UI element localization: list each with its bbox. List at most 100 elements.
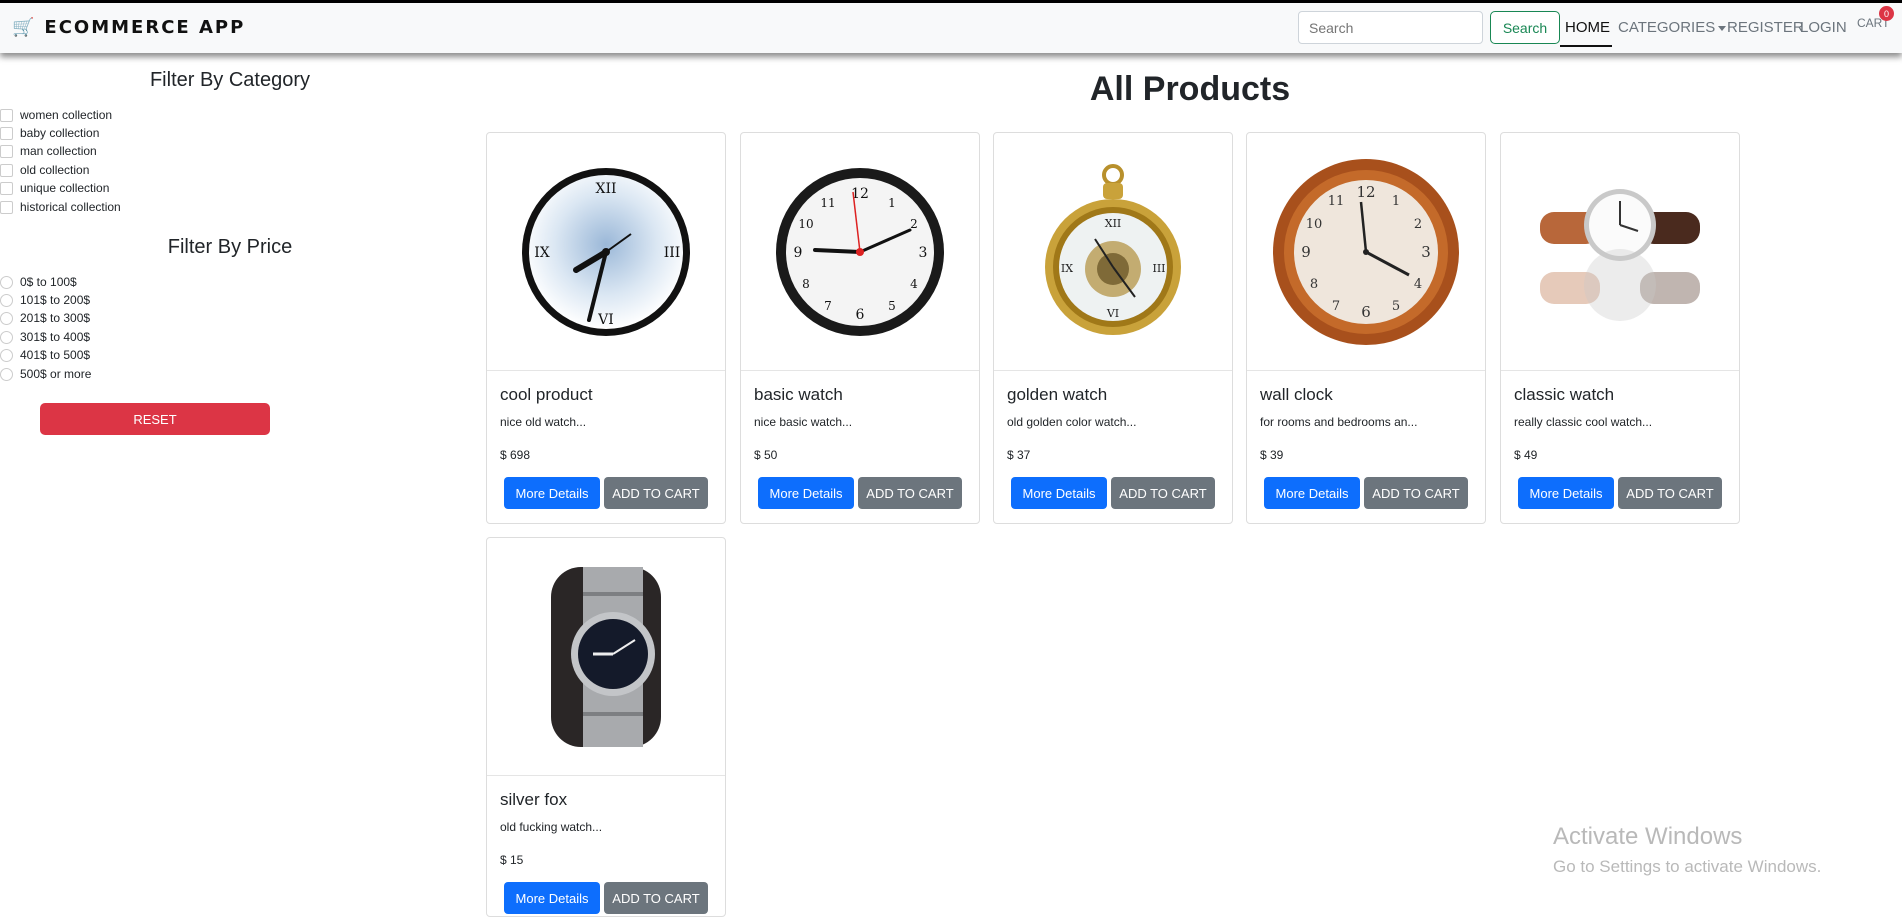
product-title: basic watch xyxy=(754,385,843,404)
svg-text:6: 6 xyxy=(1361,303,1371,321)
radio-button[interactable] xyxy=(0,348,13,362)
svg-text:XII: XII xyxy=(1105,217,1122,230)
add-to-cart-button[interactable]: ADD TO CART xyxy=(604,477,708,509)
product-title: cool product xyxy=(500,385,593,404)
nav-home-active-indicator xyxy=(1560,45,1612,47)
more-details-button[interactable]: More Details xyxy=(1264,477,1360,509)
radio-button[interactable] xyxy=(0,311,13,325)
watermark-line-2: Go to Settings to activate Windows. xyxy=(1553,857,1822,876)
shopping-cart-icon: 🛒 xyxy=(12,17,35,37)
category-option[interactable]: unique collection xyxy=(0,181,109,195)
checkbox[interactable] xyxy=(0,200,13,214)
product-price: $ 39 xyxy=(1260,448,1284,462)
category-option[interactable]: man collection xyxy=(0,144,97,158)
brand-name[interactable]: ECOMMERCE APP xyxy=(44,17,245,38)
chevron-down-icon xyxy=(1718,25,1727,31)
wristwatch-icon xyxy=(551,566,661,747)
page-title: All Products xyxy=(1089,70,1291,108)
category-label: old collection xyxy=(20,163,90,177)
add-to-cart-button[interactable]: ADD TO CART xyxy=(604,882,708,914)
watermark-line-1: Activate Windows xyxy=(1553,823,1743,850)
svg-text:VI: VI xyxy=(597,312,614,328)
brand[interactable]: 🛒 ECOMMERCE APP xyxy=(12,17,245,38)
product-card: XII III VI IX golden watch old golden co… xyxy=(993,132,1233,524)
svg-text:11: 11 xyxy=(820,196,835,210)
category-option[interactable]: historical collection xyxy=(0,200,121,214)
search-input[interactable] xyxy=(1298,11,1483,44)
svg-text:8: 8 xyxy=(1310,277,1318,292)
clock-icon: 12 3 6 9 1 2 4 5 7 8 10 11 xyxy=(776,167,944,336)
category-label: historical collection xyxy=(20,200,121,214)
svg-text:2: 2 xyxy=(910,217,918,231)
price-option[interactable]: 301$ to 400$ xyxy=(0,330,90,344)
svg-text:9: 9 xyxy=(794,245,803,261)
svg-text:8: 8 xyxy=(802,277,810,291)
svg-text:7: 7 xyxy=(824,299,832,313)
svg-text:7: 7 xyxy=(1332,299,1340,314)
checkbox[interactable] xyxy=(0,126,13,140)
product-image: XII III VI IX xyxy=(487,133,725,371)
nav-home[interactable]: HOME xyxy=(1565,19,1610,36)
wristwatch-icon xyxy=(1540,188,1700,321)
price-option[interactable]: 201$ to 300$ xyxy=(0,311,90,325)
windows-activation-watermark: Activate Windows Go to Settings to activ… xyxy=(1553,823,1821,877)
radio-button[interactable] xyxy=(0,275,13,289)
add-to-cart-button[interactable]: ADD TO CART xyxy=(858,477,962,509)
svg-text:3: 3 xyxy=(1421,243,1431,261)
search-button[interactable]: Search xyxy=(1490,11,1560,44)
add-to-cart-button[interactable]: ADD TO CART xyxy=(1111,477,1215,509)
radio-button[interactable] xyxy=(0,367,13,381)
radio-button[interactable] xyxy=(0,330,13,344)
checkbox[interactable] xyxy=(0,108,13,122)
reset-filters-button[interactable]: RESET xyxy=(40,403,270,435)
product-image: 12 3 6 9 1 2 4 5 7 8 10 11 xyxy=(1247,133,1485,371)
radio-button[interactable] xyxy=(0,293,13,307)
nav-register[interactable]: REGISTER xyxy=(1727,19,1804,36)
product-image: XII III VI IX xyxy=(994,133,1232,371)
svg-text:1: 1 xyxy=(888,196,896,210)
checkbox[interactable] xyxy=(0,163,13,177)
nav-categories-dropdown[interactable]: CATEGORIES xyxy=(1618,19,1727,36)
product-card: silver fox old fucking watch... $ 15 Mor… xyxy=(486,537,726,917)
more-details-button[interactable]: More Details xyxy=(758,477,854,509)
category-option[interactable]: old collection xyxy=(0,163,89,177)
price-label: 500$ or more xyxy=(20,367,92,381)
more-details-button[interactable]: More Details xyxy=(504,882,600,914)
price-option[interactable]: 0$ to 100$ xyxy=(0,275,77,289)
more-details-button[interactable]: More Details xyxy=(1011,477,1107,509)
category-label: women collection xyxy=(20,108,113,122)
svg-text:5: 5 xyxy=(1392,299,1400,314)
price-label: 101$ to 200$ xyxy=(20,293,91,307)
category-option[interactable]: baby collection xyxy=(0,126,99,140)
price-option[interactable]: 500$ or more xyxy=(0,367,91,381)
svg-text:4: 4 xyxy=(910,277,918,291)
product-price: $ 49 xyxy=(1514,448,1538,462)
nav-categories-label: CATEGORIES xyxy=(1618,19,1716,36)
nav-login[interactable]: LOGIN xyxy=(1800,19,1847,36)
product-image xyxy=(487,538,725,776)
product-price: $ 698 xyxy=(500,448,531,462)
product-description: old golden color watch... xyxy=(1007,415,1137,429)
product-image xyxy=(1501,133,1739,371)
svg-text:5: 5 xyxy=(888,299,896,313)
more-details-button[interactable]: More Details xyxy=(504,477,600,509)
price-option[interactable]: 101$ to 200$ xyxy=(0,293,90,307)
cart-count-badge: 0 xyxy=(1879,6,1894,21)
add-to-cart-button[interactable]: ADD TO CART xyxy=(1618,477,1722,509)
product-price: $ 37 xyxy=(1007,448,1031,462)
svg-text:XII: XII xyxy=(595,181,616,197)
navbar: 🛒 ECOMMERCE APP Search HOME CATEGORIES R… xyxy=(0,3,1902,53)
svg-text:3: 3 xyxy=(919,245,928,261)
price-label: 201$ to 300$ xyxy=(20,311,91,325)
add-to-cart-button[interactable]: ADD TO CART xyxy=(1364,477,1468,509)
checkbox[interactable] xyxy=(0,144,13,158)
product-image: 12 3 6 9 1 2 4 5 7 8 10 11 xyxy=(741,133,979,371)
product-card: 12 3 6 9 1 2 4 5 7 8 10 11 basic watch n… xyxy=(740,132,980,524)
more-details-button[interactable]: More Details xyxy=(1518,477,1614,509)
product-title: silver fox xyxy=(500,790,568,809)
checkbox[interactable] xyxy=(0,181,13,195)
category-option[interactable]: women collection xyxy=(0,108,112,122)
price-option[interactable]: 401$ to 500$ xyxy=(0,348,90,362)
svg-text:6: 6 xyxy=(856,307,865,323)
price-label: 0$ to 100$ xyxy=(20,275,77,289)
